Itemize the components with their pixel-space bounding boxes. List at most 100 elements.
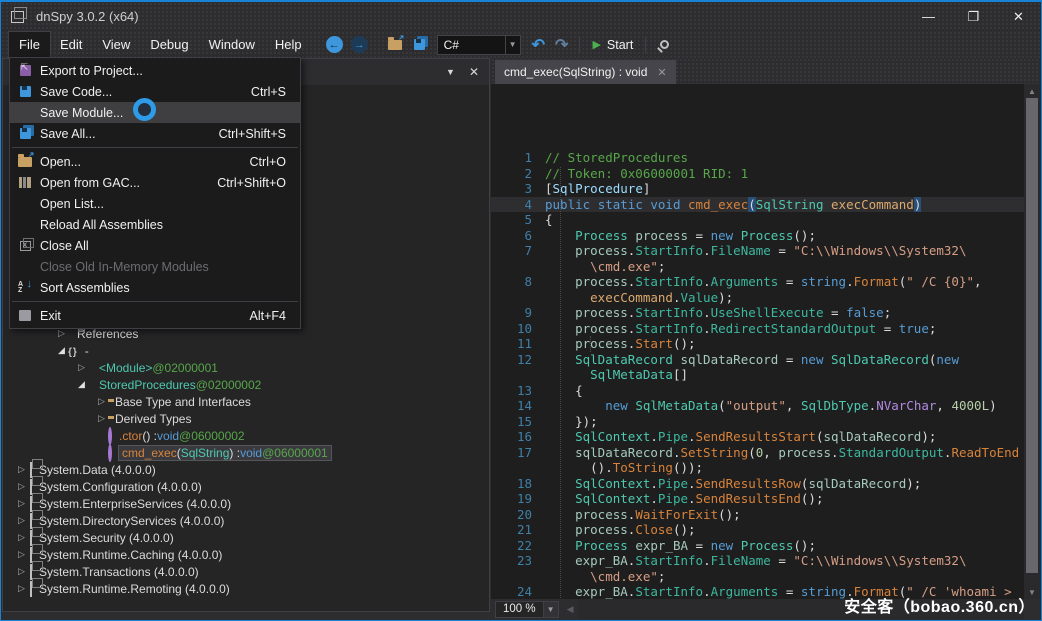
menu-item-save-all[interactable]: Save All...Ctrl+Shift+S [10, 123, 300, 144]
tree-expander-icon[interactable]: ▷ [95, 413, 108, 424]
tree-expander-icon[interactable]: ▷ [15, 549, 28, 560]
code-line[interactable]: SqlMetaData[] [491, 367, 1024, 383]
menu-item-close-old-in-memory-modules[interactable]: Close Old In-Memory Modules [10, 256, 300, 277]
pane-close-icon[interactable]: ✕ [469, 65, 479, 79]
code-line[interactable]: 4public static void cmd_exec(SqlString e… [491, 197, 1024, 213]
save-all-button[interactable] [414, 39, 425, 50]
menubar-item-view[interactable]: View [92, 32, 140, 57]
code-line[interactable]: \cmd.exe"; [491, 259, 1024, 275]
tree-expander-icon[interactable]: ▷ [15, 566, 28, 577]
tree-item[interactable]: ▷System.EnterpriseServices (4.0.0.0) [3, 495, 489, 512]
tree-expander-icon[interactable]: ▷ [55, 328, 68, 339]
redo-button[interactable]: ↷ [550, 35, 573, 55]
code-line[interactable]: 1// StoredProcedures [491, 150, 1024, 166]
menubar-item-file[interactable]: File [9, 32, 50, 57]
language-combobox[interactable]: C# ▼ [437, 35, 521, 55]
navigate-forward-button[interactable]: → [351, 36, 368, 53]
tree-item[interactable]: ▷System.Data (4.0.0.0) [3, 461, 489, 478]
code-line[interactable]: execCommand.Value); [491, 290, 1024, 306]
code-line[interactable]: 16 SqlContext.Pipe.SendResultsStart(sqlD… [491, 429, 1024, 445]
code-line[interactable]: 12 SqlDataRecord sqlDataRecord = new Sql… [491, 352, 1024, 368]
code-line[interactable]: 2// Token: 0x06000001 RID: 1 [491, 166, 1024, 182]
menu-item-export-to-project[interactable]: Export to Project... [10, 60, 300, 81]
code-line[interactable]: 6 Process process = new Process(); [491, 228, 1024, 244]
code-line[interactable]: 19 SqlContext.Pipe.SendResultsEnd(); [491, 491, 1024, 507]
menu-item-open-list[interactable]: Open List... [10, 193, 300, 214]
menubar-item-edit[interactable]: Edit [50, 32, 92, 57]
navigate-back-button[interactable]: ← [326, 36, 343, 53]
code-line[interactable]: 21 process.Close(); [491, 522, 1024, 538]
code-token: StartInfo [635, 243, 703, 258]
code-editor[interactable]: 1// StoredProcedures2// Token: 0x0600000… [491, 84, 1040, 599]
tree-expander-icon[interactable]: ▷ [95, 396, 108, 407]
chevron-down-icon[interactable]: ▼ [543, 602, 558, 617]
chevron-down-icon[interactable]: ▼ [505, 36, 520, 54]
menubar-item-help[interactable]: Help [265, 32, 312, 57]
menu-item-reload-all-assemblies[interactable]: Reload All Assemblies [10, 214, 300, 235]
tree-expander-icon[interactable]: ▷ [15, 583, 28, 594]
zoom-combobox[interactable]: 100 % ▼ [495, 601, 559, 618]
code-line[interactable]: 22 Process expr_BA = new Process(); [491, 538, 1024, 554]
code-line[interactable]: 20 process.WaitForExit(); [491, 507, 1024, 523]
tree-item[interactable]: ▷System.Runtime.Caching (4.0.0.0) [3, 546, 489, 563]
code-line[interactable]: 7 process.StartInfo.FileName = "C:\\Wind… [491, 243, 1024, 259]
tree-item[interactable]: ▷System.Runtime.Remoting (4.0.0.0) [3, 580, 489, 597]
tree-item[interactable]: ▷System.DirectoryServices (4.0.0.0) [3, 512, 489, 529]
code-content[interactable]: 1// StoredProcedures2// Token: 0x0600000… [491, 84, 1024, 599]
code-line[interactable]: 23 expr_BA.StartInfo.FileName = "C:\\Win… [491, 553, 1024, 569]
vertical-scrollbar[interactable]: ▲ ▼ [1024, 84, 1040, 599]
tree-item[interactable]: ▷<Module> @02000001 [3, 359, 489, 376]
tree-expander-icon[interactable]: ▷ [15, 532, 28, 543]
menu-item-exit[interactable]: ExitAlt+F4 [10, 305, 300, 326]
vertical-scrollbar-thumb[interactable] [1026, 98, 1038, 573]
tree-item[interactable]: .ctor() : void @06000002 [3, 427, 489, 444]
code-line[interactable]: 13 { [491, 383, 1024, 399]
code-line[interactable]: 10 process.StartInfo.RedirectStandardOut… [491, 321, 1024, 337]
tree-expander-icon[interactable]: ▷ [75, 362, 88, 373]
tree-item[interactable]: ▷System.Configuration (4.0.0.0) [3, 478, 489, 495]
menubar-item-debug[interactable]: Debug [140, 32, 198, 57]
tree-item[interactable]: cmd_exec(SqlString) : void @06000001 [3, 444, 489, 461]
search-icon[interactable] [660, 40, 669, 49]
scroll-up-icon[interactable]: ▲ [1024, 84, 1040, 98]
menu-item-sort-assemblies[interactable]: Sort Assemblies [10, 277, 300, 298]
menubar-item-window[interactable]: Window [199, 32, 265, 57]
tree-expander-icon[interactable]: ▷ [15, 464, 28, 475]
code-line[interactable]: 9 process.StartInfo.UseShellExecute = fa… [491, 305, 1024, 321]
tree-item[interactable]: ▷System.Transactions (4.0.0.0) [3, 563, 489, 580]
tree-expander-icon[interactable]: ▷ [15, 481, 28, 492]
tree-item[interactable]: ▷System.Security (4.0.0.0) [3, 529, 489, 546]
tree-item[interactable]: ◢{}- [3, 342, 489, 359]
open-file-button[interactable] [388, 40, 402, 50]
close-button[interactable]: ✕ [996, 2, 1041, 31]
menu-item-close-all[interactable]: Close All [10, 235, 300, 256]
minimize-button[interactable]: — [906, 2, 951, 31]
menu-item-open[interactable]: Open...Ctrl+O [10, 151, 300, 172]
scroll-left-icon[interactable]: ◀ [567, 604, 574, 615]
code-line[interactable]: ().ToString()); [491, 460, 1024, 476]
maximize-button[interactable]: ❐ [951, 2, 996, 31]
code-line[interactable]: 11 process.Start(); [491, 336, 1024, 352]
tree-item[interactable]: ▷Base Type and Interfaces [3, 393, 489, 410]
code-line[interactable]: 18 SqlContext.Pipe.SendResultsRow(sqlDat… [491, 476, 1024, 492]
undo-button[interactable]: ↶ [527, 35, 550, 55]
code-line[interactable]: 17 sqlDataRecord.SetString(0, process.St… [491, 445, 1024, 461]
pane-menu-caret-icon[interactable]: ▼ [446, 67, 455, 77]
code-line[interactable]: 5{ [491, 212, 1024, 228]
code-line[interactable]: 3[SqlProcedure] [491, 181, 1024, 197]
tree-item[interactable]: ◢StoredProcedures @02000002 [3, 376, 489, 393]
tree-expander-icon[interactable]: ◢ [75, 379, 88, 390]
menu-item-open-from-gac[interactable]: Open from GAC...Ctrl+Shift+O [10, 172, 300, 193]
tab-cmd-exec[interactable]: cmd_exec(SqlString) : void ✕ [495, 60, 676, 84]
tree-expander-icon[interactable]: ◢ [55, 345, 68, 356]
menu-item-save-code[interactable]: Save Code...Ctrl+S [10, 81, 300, 102]
code-line[interactable]: 15 }); [491, 414, 1024, 430]
tree-item[interactable]: ▷Derived Types [3, 410, 489, 427]
code-line[interactable]: 8 process.StartInfo.Arguments = string.F… [491, 274, 1024, 290]
start-debug-button[interactable]: ▶ Start [586, 38, 639, 52]
tab-close-icon[interactable]: ✕ [657, 66, 666, 79]
code-line[interactable]: 14 new SqlMetaData("output", SqlDbType.N… [491, 398, 1024, 414]
code-line[interactable]: \cmd.exe"; [491, 569, 1024, 585]
tree-expander-icon[interactable]: ▷ [15, 498, 28, 509]
tree-expander-icon[interactable]: ▷ [15, 515, 28, 526]
